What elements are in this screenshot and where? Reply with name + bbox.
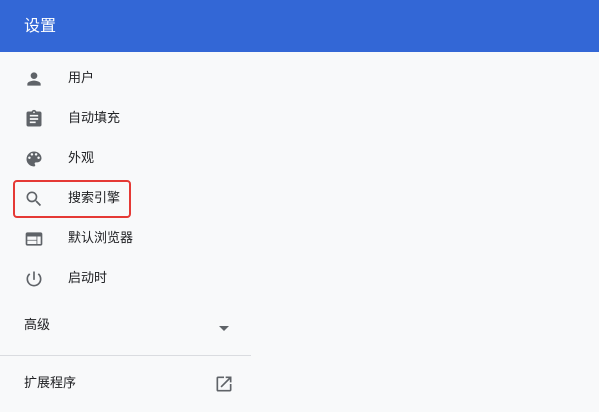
advanced-section-toggle[interactable]: 高级 (0, 306, 252, 346)
open-in-new-icon (214, 374, 234, 394)
sidebar-item-appearance[interactable]: 外观 (0, 139, 252, 179)
sidebar-item-autofill[interactable]: 自动填充 (0, 99, 252, 139)
power-icon (24, 269, 44, 289)
sidebar-item-label: 自动填充 (68, 111, 121, 126)
sidebar-item-on-startup[interactable]: 启动时 (0, 259, 252, 299)
sidebar-item-label: 默认浏览器 (68, 231, 134, 246)
sidebar: 用户 自动填充 外观 搜索引擎 默认浏览器 启动时 高级 扩展程序 (0, 52, 252, 412)
sidebar-item-search-engine[interactable]: 搜索引擎 (0, 179, 252, 219)
advanced-label: 高级 (24, 318, 51, 333)
sidebar-item-label: 搜索引擎 (68, 191, 121, 206)
extensions-label: 扩展程序 (24, 376, 77, 391)
caret-down-icon (216, 320, 232, 332)
person-icon (24, 69, 44, 89)
sidebar-item-extensions[interactable]: 扩展程序 (0, 364, 252, 404)
sidebar-item-label: 启动时 (68, 271, 108, 286)
divider (0, 355, 251, 356)
browser-window-icon (24, 229, 44, 249)
sidebar-item-label: 外观 (68, 151, 95, 166)
clipboard-icon (24, 109, 44, 129)
search-icon (24, 189, 44, 209)
sidebar-item-people[interactable]: 用户 (0, 59, 252, 99)
settings-window: 设置 用户 自动填充 外观 搜索引擎 默认浏览器 启动时 高级 扩展程序 (0, 0, 599, 412)
page-title: 设置 (24, 16, 57, 35)
palette-icon (24, 149, 44, 169)
sidebar-item-default-browser[interactable]: 默认浏览器 (0, 219, 252, 259)
header-bar: 设置 (0, 0, 599, 52)
sidebar-item-label: 用户 (68, 71, 95, 86)
